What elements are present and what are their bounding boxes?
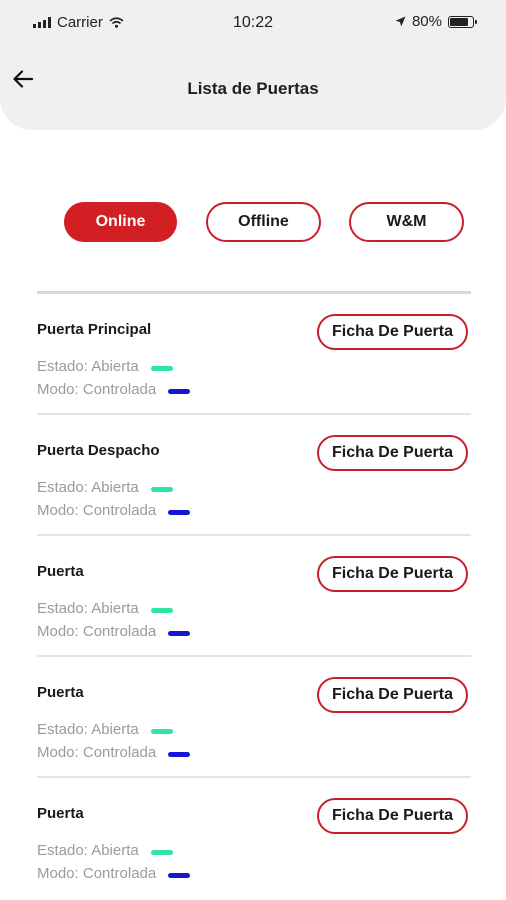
battery-icon <box>448 15 477 28</box>
door-modo: Modo: Controlada <box>37 865 191 882</box>
door-modo: Modo: Controlada <box>37 381 191 398</box>
door-modo: Modo: Controlada <box>37 502 191 519</box>
door-estado: Estado: Abierta <box>37 479 173 496</box>
modo-indicator <box>168 510 191 515</box>
door-modo: Modo: Controlada <box>37 623 191 640</box>
location-arrow-icon <box>395 16 406 27</box>
estado-indicator <box>150 366 173 371</box>
door-list-item: Puerta Ficha De Puerta Estado: Abierta M… <box>37 657 471 778</box>
estado-indicator <box>150 608 173 613</box>
modo-indicator <box>168 389 191 394</box>
modo-indicator <box>168 752 191 757</box>
door-list-item: Puerta Principal Ficha De Puerta Estado:… <box>37 294 471 415</box>
door-name: Puerta Despacho <box>37 442 160 459</box>
page-title: Lista de Puertas <box>187 79 319 98</box>
filter-tabs: Online Offline W&M <box>0 202 506 242</box>
battery-percent: 80% <box>411 13 442 30</box>
door-estado: Estado: Abierta <box>37 358 173 375</box>
door-modo: Modo: Controlada <box>37 744 191 761</box>
estado-indicator <box>150 729 173 734</box>
door-list-item: Puerta Ficha De Puerta Estado: Abierta M… <box>37 536 471 657</box>
ficha-de-puerta-button[interactable]: Ficha De Puerta <box>317 798 468 834</box>
modo-indicator <box>168 873 191 878</box>
door-name: Puerta <box>37 684 84 701</box>
door-estado: Estado: Abierta <box>37 600 173 617</box>
door-estado: Estado: Abierta <box>37 721 173 738</box>
door-name: Puerta <box>37 563 84 580</box>
estado-indicator <box>150 850 173 855</box>
door-list: Puerta Principal Ficha De Puerta Estado:… <box>37 291 471 899</box>
door-list-item: Puerta Ficha De Puerta Estado: Abierta M… <box>37 778 471 899</box>
door-list-item: Puerta Despacho Ficha De Puerta Estado: … <box>37 415 471 536</box>
ficha-de-puerta-button[interactable]: Ficha De Puerta <box>317 314 468 350</box>
estado-indicator <box>150 487 173 492</box>
door-name: Puerta <box>37 805 84 822</box>
filter-offline-button[interactable]: Offline <box>206 202 321 242</box>
door-estado: Estado: Abierta <box>37 842 173 859</box>
ficha-de-puerta-button[interactable]: Ficha De Puerta <box>317 556 468 592</box>
status-bar: Carrier 10:22 80% <box>0 0 506 46</box>
modo-indicator <box>168 631 191 636</box>
filter-wm-button[interactable]: W&M <box>349 202 464 242</box>
header: Carrier 10:22 80% Lista de Puertas <box>0 0 506 130</box>
ficha-de-puerta-button[interactable]: Ficha De Puerta <box>317 435 468 471</box>
ficha-de-puerta-button[interactable]: Ficha De Puerta <box>317 677 468 713</box>
filter-online-button[interactable]: Online <box>64 202 177 242</box>
door-name: Puerta Principal <box>37 321 152 338</box>
